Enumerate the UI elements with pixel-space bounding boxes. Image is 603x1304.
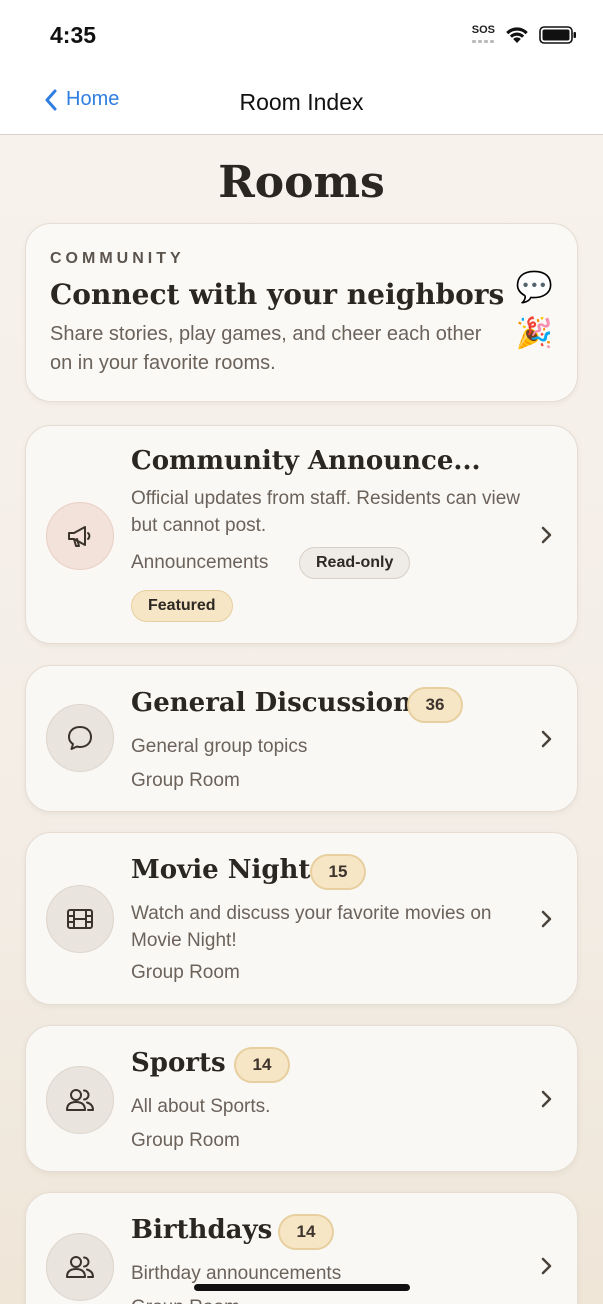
hero-title: Connect with your neighbors [50,278,505,311]
featured-tag: Featured [131,590,233,622]
wifi-icon [506,27,528,43]
navigation-bar: Home Room Index [0,70,603,135]
room-card-sports[interactable]: Sports 14 All about Sports. Group Room [25,1025,578,1172]
megaphone-icon [46,502,114,570]
room-card-community-announcements[interactable]: Community Announce... Official updates f… [25,425,578,644]
member-count-badge: 15 [310,854,366,890]
room-description: Birthday announcements [131,1263,342,1284]
nav-title: Room Index [239,89,364,115]
party-popper-icon: 🎉 [515,317,553,350]
chevron-right-icon [541,1257,552,1275]
community-hero-card: COMMUNITY Connect with your neighbors Sh… [25,223,578,402]
room-card-general-discussion[interactable]: General Discussion 36 General group topi… [25,665,578,812]
battery-icon [539,26,576,44]
read-only-tag: Read-only [299,547,411,579]
status-bar: 4:35 SOS [0,0,603,70]
chevron-right-icon [541,730,552,748]
room-name: Community Announce... [131,446,481,476]
hero-eyebrow: COMMUNITY [50,250,185,267]
room-type: Group Room [131,1130,240,1151]
chat-bubble-icon [46,704,114,772]
room-name: Movie Night [131,855,311,885]
room-description: All about Sports. [131,1096,271,1117]
rooms-scroll-view[interactable]: Rooms COMMUNITY Connect with your neighb… [0,135,603,1304]
room-type: Group Room [131,770,240,791]
home-indicator[interactable] [194,1284,410,1291]
room-description: General group topics [131,736,308,757]
hero-subtitle: Share stories, play games, and cheer eac… [50,323,482,374]
member-count-badge: 36 [407,687,463,723]
room-type: Group Room [131,962,240,983]
room-name: General Discussion [131,688,412,718]
room-description: Watch and discuss your favorite movies o… [131,903,492,951]
room-description: Official updates from staff. Residents c… [131,488,520,536]
member-count-badge: 14 [278,1214,334,1250]
room-card-movie-night[interactable]: Movie Night 15 Watch and discuss your fa… [25,832,578,1005]
people-icon [46,1066,114,1134]
room-name: Sports [131,1048,226,1078]
status-icons: SOS [471,25,577,44]
speech-bubble-icon: 💬 [515,271,553,304]
room-type: Announcements [131,552,269,573]
chevron-right-icon [541,526,552,544]
sos-indicator: SOS [471,25,495,43]
chevron-right-icon [541,910,552,928]
chevron-right-icon [541,1090,552,1108]
people-icon [46,1233,114,1301]
page-title: Rooms [218,157,385,208]
room-name: Birthdays [131,1215,273,1245]
member-count-badge: 14 [234,1047,290,1083]
room-type: Group Room [131,1297,240,1304]
film-icon [46,885,114,953]
status-time: 4:35 [50,22,97,48]
